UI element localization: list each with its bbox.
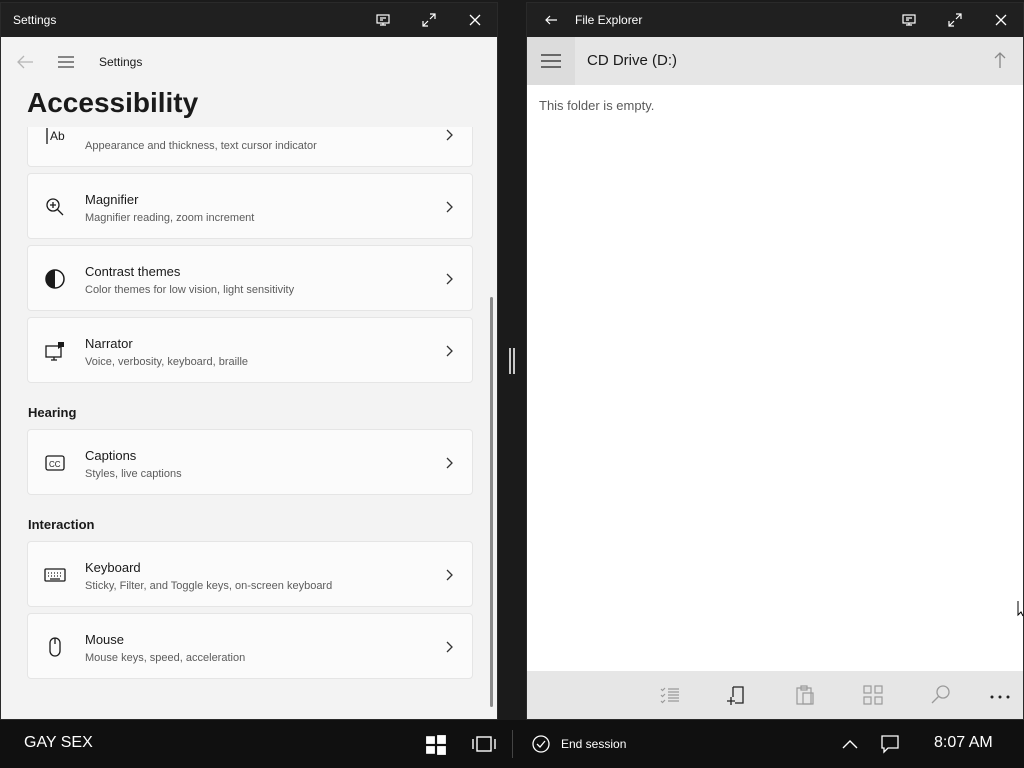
- close-icon[interactable]: [455, 3, 495, 37]
- taskbar-label: GAY SEX: [24, 734, 93, 751]
- snap-icon[interactable]: [889, 3, 929, 37]
- explorer-titlebar[interactable]: File Explorer: [527, 3, 1023, 37]
- card-description: Sticky, Filter, and Toggle keys, on-scre…: [85, 580, 333, 592]
- settings-list: Ab Appearance and thickness, text cursor…: [27, 127, 475, 687]
- explorer-command-bar: [527, 671, 1023, 719]
- chevron-right-icon: [444, 272, 454, 286]
- captions-icon: CC: [44, 452, 66, 474]
- up-arrow-icon[interactable]: [993, 51, 1007, 69]
- mouse-pointer-icon: [1017, 600, 1024, 618]
- hamburger-menu-icon[interactable]: [55, 53, 77, 71]
- settings-window: Settings Settings Accessibility Ab Appea…: [0, 2, 498, 720]
- contrast-themes-card[interactable]: Contrast themes Color themes for low vis…: [27, 245, 473, 311]
- card-description: Mouse keys, speed, acceleration: [85, 652, 246, 664]
- start-windows-icon[interactable]: [425, 734, 447, 755]
- narrator-card[interactable]: Narrator Voice, verbosity, keyboard, bra…: [27, 317, 473, 383]
- close-icon[interactable]: [981, 3, 1021, 37]
- svg-text:CC: CC: [49, 460, 61, 469]
- chevron-right-icon: [444, 344, 454, 358]
- card-title: Keyboard: [85, 560, 141, 575]
- card-title: Captions: [85, 448, 137, 463]
- action-center-icon[interactable]: [880, 734, 900, 754]
- search-icon[interactable]: [929, 683, 953, 707]
- contrast-icon: [44, 268, 66, 290]
- nav-label: Settings: [99, 55, 143, 69]
- mouse-card[interactable]: Mouse Mouse keys, speed, acceleration: [27, 613, 473, 679]
- chevron-right-icon: [444, 456, 454, 470]
- vertical-scrollbar[interactable]: [490, 297, 493, 707]
- card-description: Voice, verbosity, keyboard, braille: [85, 356, 249, 368]
- new-item-icon[interactable]: [725, 683, 749, 707]
- card-description: Styles, live captions: [85, 468, 182, 480]
- keyboard-icon: [44, 564, 66, 586]
- settings-window-title: Settings: [13, 13, 57, 27]
- paste-icon[interactable]: [793, 683, 817, 707]
- maximize-icon[interactable]: [409, 3, 449, 37]
- card-description: Appearance and thickness, text cursor in…: [85, 140, 317, 152]
- magnifier-card[interactable]: Magnifier Magnifier reading, zoom increm…: [27, 173, 473, 239]
- narrator-icon: [44, 340, 66, 362]
- taskbar-divider: [512, 730, 513, 758]
- chevron-up-icon[interactable]: [840, 734, 860, 754]
- empty-folder-message: This folder is empty.: [539, 98, 655, 113]
- current-location: CD Drive (D:): [587, 52, 677, 69]
- snap-icon[interactable]: [363, 3, 403, 37]
- settings-nav: Settings: [1, 37, 497, 87]
- page-title: Accessibility: [27, 87, 199, 118]
- chevron-right-icon: [444, 128, 454, 142]
- select-list-icon[interactable]: [658, 683, 682, 707]
- chevron-right-icon: [444, 640, 454, 654]
- back-arrow-icon[interactable]: [531, 3, 571, 37]
- mouse-icon: [44, 636, 66, 658]
- card-title: Narrator: [85, 336, 133, 351]
- captions-card[interactable]: CC Captions Styles, live captions: [27, 429, 473, 495]
- more-options-icon[interactable]: [988, 683, 1012, 707]
- taskbar: GAY SEX End session 8:07 AM: [0, 720, 1024, 768]
- grid-view-icon[interactable]: [861, 683, 885, 707]
- explorer-location-bar: CD Drive (D:): [527, 37, 1023, 85]
- section-heading-interaction: Interaction: [28, 517, 95, 532]
- maximize-icon[interactable]: [935, 3, 975, 37]
- card-description: Magnifier reading, zoom increment: [85, 212, 255, 224]
- taskbar-clock[interactable]: 8:07 AM: [934, 734, 993, 752]
- check-circle-icon[interactable]: [532, 735, 550, 753]
- chevron-right-icon: [444, 568, 454, 582]
- keyboard-card[interactable]: Keyboard Sticky, Filter, and Toggle keys…: [27, 541, 473, 607]
- card-title: Contrast themes: [85, 264, 181, 279]
- section-heading-hearing: Hearing: [28, 405, 77, 420]
- settings-titlebar[interactable]: Settings: [1, 3, 497, 37]
- card-description: Color themes for low vision, light sensi…: [85, 284, 295, 296]
- chevron-right-icon: [444, 200, 454, 214]
- file-explorer-window: File Explorer CD Drive (D:) This folder …: [526, 2, 1024, 720]
- text-cursor-icon: Ab: [44, 127, 66, 146]
- text-cursor-card[interactable]: Ab Appearance and thickness, text cursor…: [27, 127, 473, 167]
- magnifier-icon: [44, 196, 66, 218]
- task-view-icon[interactable]: [472, 734, 496, 754]
- hamburger-menu-button[interactable]: [527, 37, 575, 85]
- window-splitter[interactable]: [509, 348, 515, 374]
- card-title: Magnifier: [85, 192, 139, 207]
- end-session-button[interactable]: End session: [561, 737, 626, 751]
- card-title: Mouse: [85, 632, 125, 647]
- back-arrow-icon[interactable]: [15, 53, 35, 71]
- svg-text:Ab: Ab: [50, 129, 65, 143]
